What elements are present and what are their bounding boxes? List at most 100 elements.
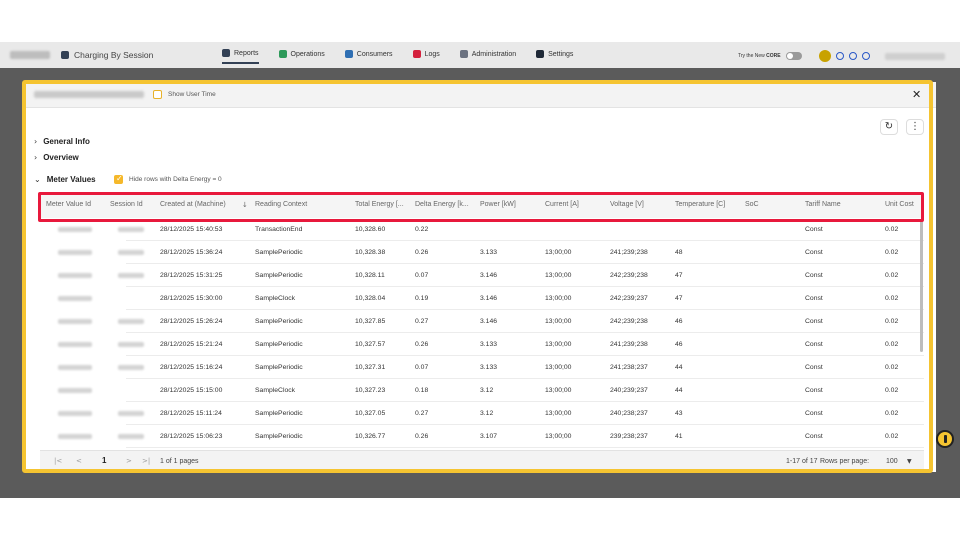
column-header[interactable]: Tariff Name <box>805 201 841 208</box>
general-info-section[interactable]: › General Info <box>34 137 90 146</box>
row-divider <box>126 447 924 448</box>
current-cell: 13;00;00 <box>545 249 572 256</box>
table-row[interactable]: 28/12/2025 15:11:24 SamplePeriodic 10,327.… <box>40 402 924 425</box>
tab-consumers[interactable]: Consumers <box>344 49 393 64</box>
created-cell: 28/12/2025 15:16:24 <box>160 364 223 371</box>
meter-values-label: Meter Values <box>46 175 96 184</box>
first-page-button[interactable]: |< <box>54 457 62 465</box>
table-row[interactable]: 28/12/2025 15:06:23 SamplePeriodic 10,326.… <box>40 425 924 448</box>
column-header[interactable]: Power [kW] <box>480 201 516 208</box>
tab-logs[interactable]: Logs <box>412 49 440 64</box>
total-cell: 10,327.85 <box>355 318 386 325</box>
tab-reports[interactable]: Reports <box>222 49 259 64</box>
tab-operations[interactable]: Operations <box>278 49 325 64</box>
voltage-cell: 242;239;238 <box>610 272 648 279</box>
column-header[interactable]: Created at (Machine) <box>160 201 226 208</box>
tariff-cell: Const <box>805 341 823 348</box>
created-cell: 28/12/2025 15:15:00 <box>160 387 223 394</box>
hide-zero-delta-checkbox[interactable] <box>114 174 123 184</box>
logs-icon <box>412 50 421 58</box>
table-scrollbar[interactable] <box>920 220 923 352</box>
voltage-cell: 240;238;237 <box>610 410 648 417</box>
session-id-cell <box>118 250 144 255</box>
voltage-cell: 239;238;237 <box>610 433 648 440</box>
next-page-button[interactable]: > <box>126 457 132 465</box>
total-cell: 10,328.60 <box>355 226 386 233</box>
table-row[interactable]: 28/12/2025 15:26:24 SamplePeriodic 10,327.… <box>40 310 924 333</box>
power-cell: 3.12 <box>480 387 494 394</box>
meter-value-id-cell <box>58 273 92 278</box>
context-cell: SamplePeriodic <box>255 318 303 325</box>
column-header[interactable]: Temperature [C] <box>675 201 725 208</box>
tab-label: Consumers <box>356 50 393 58</box>
meter-values-section[interactable]: ⌄ Meter Values <box>34 175 96 184</box>
power-cell: 3.146 <box>480 272 498 279</box>
last-page-button[interactable]: >| <box>142 457 150 465</box>
current-cell: 13;00;00 <box>545 272 572 279</box>
close-icon[interactable]: ✕ <box>912 88 921 101</box>
meter-value-id-cell <box>58 319 92 324</box>
column-header[interactable]: Meter Value Id <box>46 201 91 208</box>
help-float-icon[interactable] <box>936 430 954 448</box>
tab-settings[interactable]: Settings <box>536 49 573 64</box>
sort-arrow-icon[interactable]: ↓ <box>242 201 248 209</box>
column-header[interactable]: Delta Energy [k... <box>415 201 469 208</box>
column-header[interactable]: Voltage [V] <box>610 201 644 208</box>
cost-cell: 0.02 <box>885 341 899 348</box>
meter-values-dialog: Show User Time ✕ ↻ ⋮ › General Info › Ov… <box>24 82 936 472</box>
tariff-cell: Const <box>805 249 823 256</box>
column-header[interactable]: Current [A] <box>545 201 579 208</box>
academy-icon[interactable] <box>818 50 831 62</box>
meter-value-id-cell <box>58 388 92 393</box>
refresh-icon[interactable]: ↻ <box>880 119 898 135</box>
table-row[interactable]: 28/12/2025 15:16:24 SamplePeriodic 10,327.… <box>40 356 924 379</box>
created-cell: 28/12/2025 15:30:00 <box>160 295 223 302</box>
table-row[interactable]: 28/12/2025 15:36:24 SamplePeriodic 10,328.… <box>40 241 924 264</box>
table-row[interactable]: 28/12/2025 15:30:00 SampleClock 10,328.04 0… <box>40 287 924 310</box>
overview-section[interactable]: › Overview <box>34 153 79 162</box>
temp-cell: 47 <box>675 295 683 302</box>
power-cell: 3.133 <box>480 341 498 348</box>
cost-cell: 0.02 <box>885 249 899 256</box>
nav-right: Try the New CORE <box>738 50 945 62</box>
table-row[interactable]: 28/12/2025 15:21:24 SamplePeriodic 10,327.… <box>40 333 924 356</box>
column-header[interactable]: SoC <box>745 201 759 208</box>
search-icon[interactable] <box>835 52 844 60</box>
globe-icon[interactable] <box>848 52 857 60</box>
clock-icon[interactable] <box>861 52 870 60</box>
dialog-header: Show User Time ✕ <box>24 82 936 108</box>
created-cell: 28/12/2025 15:26:24 <box>160 318 223 325</box>
table-row[interactable]: 28/12/2025 15:40:53 TransactionEnd 10,328.… <box>40 218 924 241</box>
chevron-down-icon[interactable]: ▼ <box>907 458 912 465</box>
power-cell: 3.146 <box>480 318 498 325</box>
meter-values-table: Meter Value Id Session Id Created at (Mach… <box>40 194 924 474</box>
temp-cell: 47 <box>675 272 683 279</box>
page-title-text: Charging By Session <box>74 50 154 60</box>
column-header[interactable]: Total Energy [... <box>355 201 404 208</box>
more-options-icon[interactable]: ⋮ <box>906 119 924 135</box>
delta-cell: 0.07 <box>415 272 429 279</box>
table-row[interactable]: 28/12/2025 15:31:25 SamplePeriodic 10,328.… <box>40 264 924 287</box>
power-cell: 3.146 <box>480 295 498 302</box>
column-header[interactable]: Unit Cost <box>885 201 914 208</box>
session-id-cell <box>118 434 144 439</box>
prev-page-button[interactable]: < <box>76 457 82 465</box>
user-menu[interactable] <box>884 52 945 60</box>
table-row[interactable]: 28/12/2025 15:15:00 SampleClock 10,327.23 0… <box>40 379 924 402</box>
delta-cell: 0.27 <box>415 410 429 417</box>
voltage-cell: 241;239;238 <box>610 249 648 256</box>
show-user-time-checkbox[interactable] <box>153 90 162 99</box>
tab-administration[interactable]: Administration <box>459 49 516 64</box>
chevron-down-icon: ⌄ <box>34 175 41 184</box>
table-footer: |< < 1 > >| 1 of 1 pages 1-17 of 17 Rows… <box>40 450 924 472</box>
try-new-toggle[interactable] <box>785 52 802 60</box>
column-header[interactable]: Reading Context <box>255 201 307 208</box>
administration-icon <box>459 50 468 58</box>
total-cell: 10,327.31 <box>355 364 386 371</box>
rows-per-page-select[interactable]: 100 <box>886 458 898 465</box>
column-header[interactable]: Session Id <box>110 201 143 208</box>
tariff-cell: Const <box>805 433 823 440</box>
tariff-cell: Const <box>805 364 823 371</box>
meter-value-id-cell <box>58 365 92 370</box>
current-cell: 13;00;00 <box>545 410 572 417</box>
